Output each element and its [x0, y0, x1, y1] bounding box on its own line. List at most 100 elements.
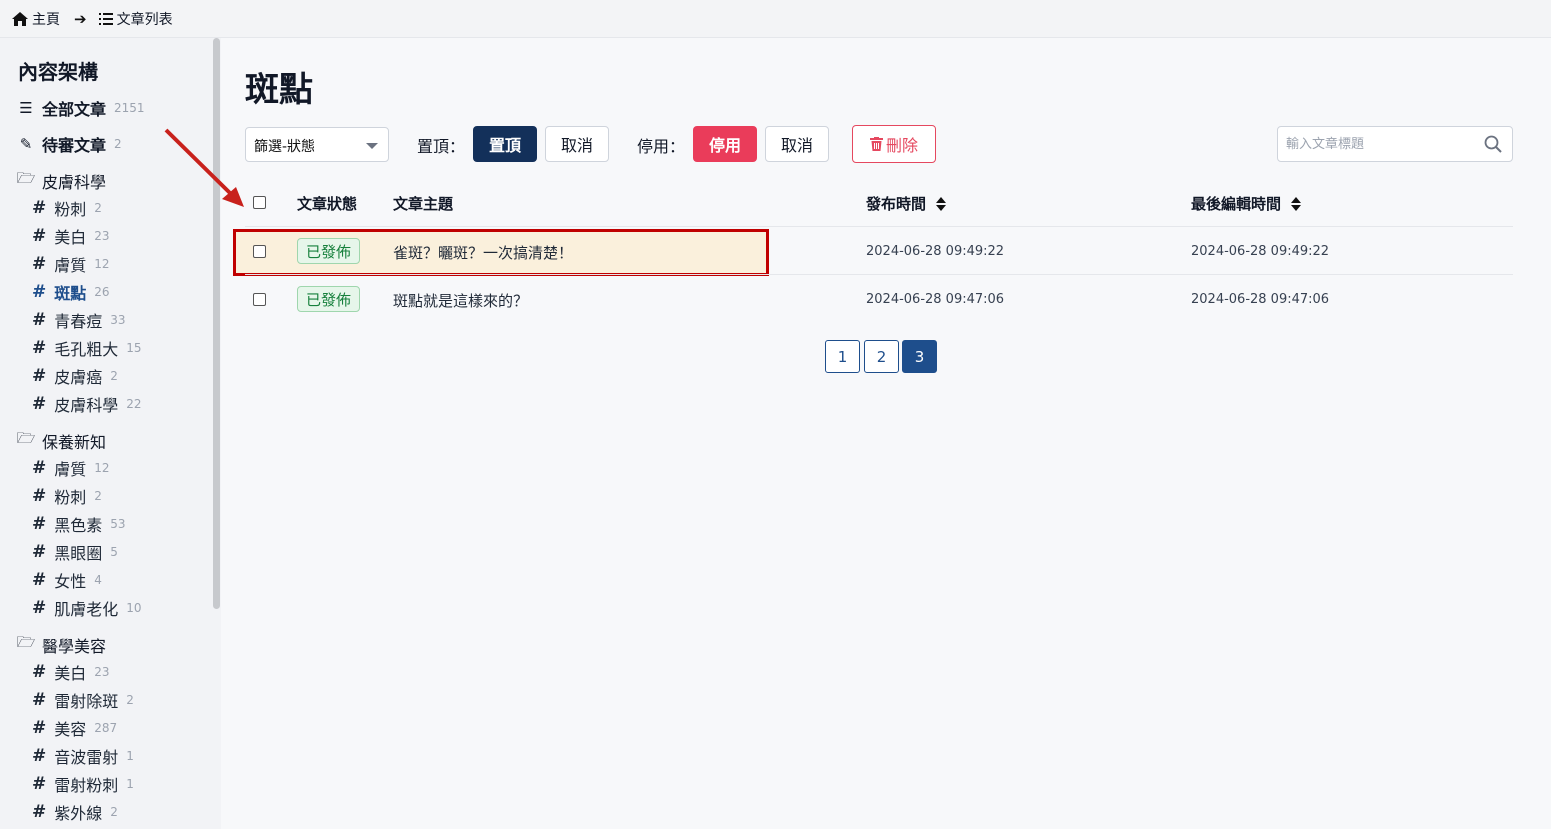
sidebar-tag[interactable]: # 女性 4	[32, 568, 102, 592]
sidebar-tag[interactable]: # 雷射粉刺 1	[32, 772, 134, 796]
sidebar-category-label: 皮膚科學	[42, 172, 107, 192]
sidebar-tag[interactable]: # 粉刺 2	[32, 196, 102, 220]
sidebar-tag-count: 12	[94, 257, 110, 271]
hashtag-icon: #	[32, 662, 47, 682]
sidebar-tag-count: 23	[94, 665, 110, 679]
sidebar-tag-label: 美白	[54, 664, 87, 683]
sidebar-tag[interactable]: # 膚質 12	[32, 252, 110, 276]
sidebar-tag[interactable]: # 膚質 12	[32, 456, 110, 480]
sidebar-tag[interactable]: # 黑眼圈 5	[32, 540, 118, 564]
pin-button[interactable]: 置頂	[473, 126, 537, 162]
hashtag-icon: #	[32, 282, 47, 302]
sidebar-tag-count: 2	[110, 369, 118, 383]
annotation-arrow-icon	[164, 128, 244, 207]
status-filter-value: 篩選-狀態	[254, 139, 316, 155]
sidebar-tag-count: 2	[126, 693, 134, 707]
status-badge: 已發佈	[297, 286, 361, 312]
sidebar-category[interactable]: 🗁 皮膚科學	[16, 168, 106, 193]
sidebar-tag-label: 黑色素	[54, 516, 103, 535]
sidebar-tag-count: 10	[126, 601, 142, 615]
sidebar-tag[interactable]: # 美白 23	[32, 660, 110, 684]
sidebar-tag[interactable]: # 音波雷射 1	[32, 744, 134, 768]
sidebar-tag-label: 音波雷射	[54, 748, 119, 767]
header-edited[interactable]: 最後編輯時間	[1191, 193, 1302, 214]
sidebar-tag-count: 53	[110, 517, 126, 531]
edited-time: 2024-06-28 09:47:06	[1191, 292, 1330, 307]
search-icon[interactable]	[1484, 135, 1502, 153]
header-published[interactable]: 發布時間	[866, 193, 947, 214]
header-published-label: 發布時間	[866, 195, 927, 213]
arrow-right-icon: ➔	[74, 9, 87, 28]
sidebar-tag[interactable]: # 粉刺 2	[32, 484, 102, 508]
page-button[interactable]: 1	[825, 340, 860, 373]
row-checkbox[interactable]	[253, 293, 266, 306]
sidebar-tag[interactable]: # 毛孔粗大 15	[32, 336, 142, 360]
sidebar-tag-label: 膚質	[54, 256, 87, 275]
sidebar-tag[interactable]: # 美容 287	[32, 716, 117, 740]
sidebar-category[interactable]: 🗁 保養新知	[16, 428, 106, 453]
sidebar-tag[interactable]: # 皮膚科學 22	[32, 392, 142, 416]
sidebar-tag-count: 22	[126, 397, 142, 411]
edit-file-icon: ✎	[19, 135, 33, 153]
sidebar-tag-count: 1	[126, 777, 134, 791]
sidebar-item-all[interactable]: ☰ 全部文章 2151	[16, 96, 144, 120]
sidebar-tag-count: 12	[94, 461, 110, 475]
page-button-current[interactable]: 3	[902, 340, 937, 373]
sidebar-tag-active[interactable]: # 斑點 26	[32, 280, 110, 304]
sidebar-item-label: 待審文章	[42, 136, 107, 155]
sidebar-tag[interactable]: # 美白 23	[32, 224, 110, 248]
disable-button[interactable]: 停用	[693, 126, 757, 162]
folder-open-icon: 🗁	[16, 169, 36, 187]
sidebar-tag-label: 雷射粉刺	[54, 776, 119, 795]
sidebar-tag-count: 33	[110, 313, 126, 327]
hashtag-icon: #	[32, 746, 47, 766]
hashtag-icon: #	[32, 542, 47, 562]
delete-button[interactable]: 刪除	[852, 125, 936, 163]
page-title: 斑點	[245, 70, 313, 110]
hashtag-icon: #	[32, 690, 47, 710]
sidebar-tag[interactable]: # 肌膚老化 10	[32, 596, 142, 620]
sidebar-tag-label: 皮膚科學	[54, 396, 119, 415]
hashtag-icon: #	[32, 198, 47, 218]
sidebar-tag-count: 26	[94, 285, 110, 299]
sidebar-tag-label: 紫外線	[54, 804, 103, 823]
sidebar-tag[interactable]: # 黑色素 53	[32, 512, 126, 536]
delete-button-label: 刪除	[885, 136, 918, 155]
hashtag-icon: #	[32, 366, 47, 386]
breadcrumb-list[interactable]: 文章列表	[98, 9, 173, 29]
article-subject-link[interactable]: 斑點就是這樣來的？	[393, 290, 528, 311]
sidebar-tag[interactable]: # 紫外線 2	[32, 800, 118, 824]
breadcrumb-home[interactable]: 主頁	[12, 9, 60, 29]
breadcrumb-list-label: 文章列表	[116, 11, 173, 28]
search-input[interactable]	[1278, 127, 1468, 161]
row-checkbox[interactable]	[253, 245, 266, 258]
sidebar-tag[interactable]: # 皮膚癌 2	[32, 364, 118, 388]
select-all-checkbox[interactable]	[253, 196, 266, 209]
sidebar-tag-count: 23	[94, 229, 110, 243]
pin-label: 置頂：	[417, 137, 466, 156]
page-button[interactable]: 2	[864, 340, 899, 373]
sidebar-category[interactable]: 🗁 醫學美容	[16, 632, 106, 657]
sidebar-tag-count: 287	[94, 721, 118, 735]
article-subject-link[interactable]: 雀斑？曬斑？一次搞清楚！	[393, 242, 573, 263]
hashtag-icon: #	[32, 254, 47, 274]
status-filter-select[interactable]: 篩選-狀態	[245, 127, 389, 162]
header-subject-label: 文章主題	[393, 195, 454, 213]
sidebar-tag-label: 黑眼圈	[54, 544, 103, 563]
sidebar-tag-label: 女性	[54, 572, 87, 591]
hashtag-icon: #	[32, 394, 47, 414]
sidebar-tag-label: 美容	[54, 720, 87, 739]
sidebar-tag[interactable]: # 雷射除斑 2	[32, 688, 134, 712]
hashtag-icon: #	[32, 310, 47, 330]
sidebar-scrollbar[interactable]	[213, 38, 220, 609]
disable-cancel-button[interactable]: 取消	[765, 126, 829, 162]
breadcrumb-home-label: 主頁	[32, 11, 60, 28]
list-icon	[98, 12, 113, 25]
sidebar-item-pending[interactable]: ✎ 待審文章 2	[16, 132, 122, 156]
folder-open-icon: 🗁	[16, 429, 36, 447]
caret-down-icon	[366, 143, 378, 149]
pin-cancel-button[interactable]: 取消	[545, 126, 609, 162]
sidebar-tag[interactable]: # 青春痘 33	[32, 308, 126, 332]
sidebar-tag-count: 2	[94, 489, 102, 503]
edited-time: 2024-06-28 09:49:22	[1191, 244, 1330, 259]
